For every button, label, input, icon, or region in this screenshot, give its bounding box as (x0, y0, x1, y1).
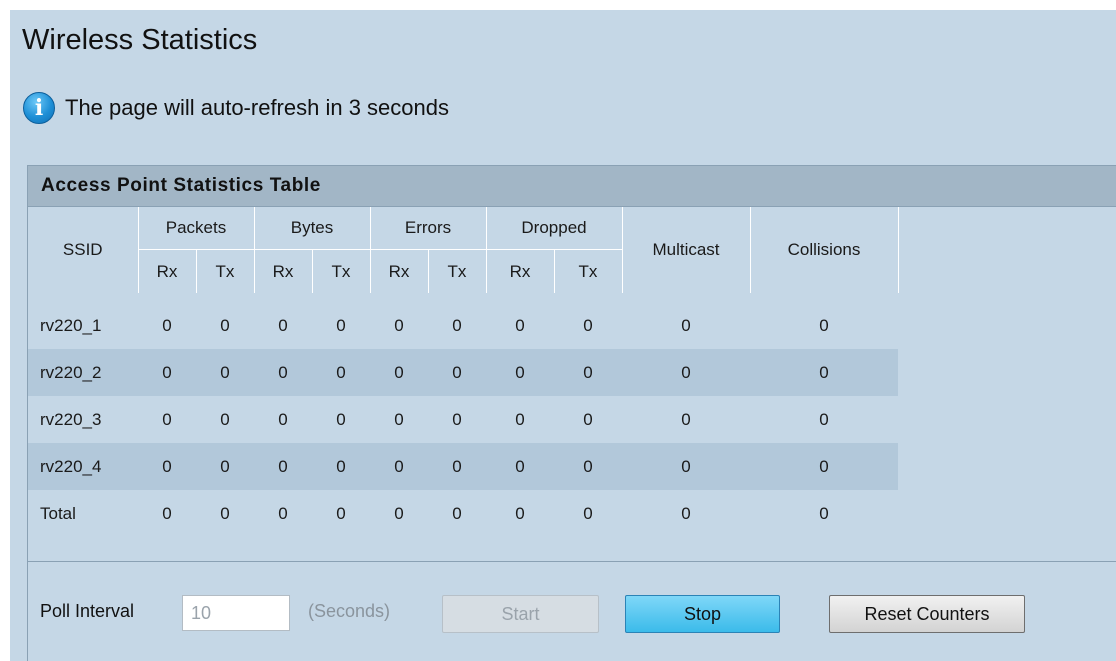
cell-packets-rx: 0 (162, 503, 172, 523)
cell-multicast: 0 (681, 503, 691, 523)
cell-ssid: rv220_1 (40, 315, 102, 335)
reset-counters-button[interactable]: Reset Counters (829, 595, 1025, 633)
cell-dropped-tx: 0 (583, 456, 593, 476)
start-button[interactable]: Start (442, 595, 599, 633)
col-header-packets: Packets (138, 207, 255, 250)
main-panel: Wireless Statistics i The page will auto… (10, 10, 1116, 661)
cell-dropped-rx: 0 (515, 503, 525, 523)
col-header-packets-tx: Tx (196, 249, 255, 293)
cell-dropped-tx: 0 (583, 315, 593, 335)
col-header-dropped: Dropped (486, 207, 623, 250)
cell-packets-rx: 0 (162, 362, 172, 382)
cell-collisions: 0 (819, 503, 829, 523)
cell-packets-tx: 0 (220, 456, 230, 476)
col-header-errors-rx: Rx (370, 249, 429, 293)
cell-collisions: 0 (819, 315, 829, 335)
cell-packets-tx: 0 (220, 315, 230, 335)
cell-packets-tx: 0 (220, 362, 230, 382)
cell-bytes-tx: 0 (336, 456, 346, 476)
cell-bytes-rx: 0 (278, 503, 288, 523)
cell-bytes-tx: 0 (336, 503, 346, 523)
col-header-collisions: Collisions (750, 207, 899, 293)
table-row: rv220_4 0 0 0 0 0 0 0 0 0 0 (28, 443, 898, 490)
table-row-total: Total 0 0 0 0 0 0 0 0 0 0 (28, 490, 898, 537)
table-title: Access Point Statistics Table (28, 166, 1116, 207)
cell-errors-rx: 0 (394, 503, 404, 523)
table-row: rv220_3 0 0 0 0 0 0 0 0 0 0 (28, 396, 898, 443)
table-row: rv220_2 0 0 0 0 0 0 0 0 0 0 (28, 349, 898, 396)
poll-interval-input[interactable] (182, 595, 290, 631)
cell-packets-rx: 0 (162, 409, 172, 429)
cell-errors-rx: 0 (394, 409, 404, 429)
cell-ssid: Total (40, 503, 76, 523)
cell-dropped-tx: 0 (583, 362, 593, 382)
info-icon: i (23, 92, 55, 124)
cell-errors-rx: 0 (394, 456, 404, 476)
table-row: rv220_1 0 0 0 0 0 0 0 0 0 0 (28, 302, 898, 349)
cell-errors-rx: 0 (394, 362, 404, 382)
col-header-packets-rx: Rx (138, 249, 197, 293)
cell-multicast: 0 (681, 362, 691, 382)
cell-packets-tx: 0 (220, 503, 230, 523)
statistics-table-box: Access Point Statistics Table SSID Packe… (27, 165, 1116, 661)
cell-dropped-rx: 0 (515, 315, 525, 335)
cell-multicast: 0 (681, 456, 691, 476)
cell-collisions: 0 (819, 362, 829, 382)
poll-interval-label: Poll Interval (40, 601, 135, 621)
col-header-bytes-tx: Tx (312, 249, 371, 293)
cell-packets-rx: 0 (162, 315, 172, 335)
cell-dropped-tx: 0 (583, 409, 593, 429)
cell-ssid: rv220_4 (40, 456, 102, 476)
col-header-dropped-rx: Rx (486, 249, 555, 293)
cell-ssid: rv220_3 (40, 409, 102, 429)
cell-packets-rx: 0 (162, 456, 172, 476)
cell-errors-tx: 0 (452, 456, 462, 476)
cell-dropped-rx: 0 (515, 456, 525, 476)
info-text: The page will auto-refresh in 3 seconds (65, 95, 449, 120)
col-header-bytes-rx: Rx (254, 249, 313, 293)
page-title: Wireless Statistics (22, 24, 258, 56)
col-header-errors-tx: Tx (428, 249, 487, 293)
cell-bytes-rx: 0 (278, 362, 288, 382)
col-header-errors: Errors (370, 207, 487, 250)
cell-errors-tx: 0 (452, 409, 462, 429)
poll-controls: Poll Interval (Seconds) Start Stop Reset… (28, 562, 1116, 658)
cell-bytes-tx: 0 (336, 409, 346, 429)
cell-bytes-rx: 0 (278, 409, 288, 429)
cell-errors-tx: 0 (452, 315, 462, 335)
cell-bytes-tx: 0 (336, 315, 346, 335)
col-header-bytes: Bytes (254, 207, 371, 250)
cell-dropped-rx: 0 (515, 362, 525, 382)
cell-errors-tx: 0 (452, 362, 462, 382)
seconds-label: (Seconds) (308, 601, 391, 621)
cell-multicast: 0 (681, 315, 691, 335)
cell-dropped-tx: 0 (583, 503, 593, 523)
info-message: i The page will auto-refresh in 3 second… (23, 92, 449, 124)
cell-bytes-rx: 0 (278, 456, 288, 476)
cell-collisions: 0 (819, 409, 829, 429)
cell-collisions: 0 (819, 456, 829, 476)
col-header-dropped-tx: Tx (554, 249, 623, 293)
stop-button[interactable]: Stop (625, 595, 780, 633)
cell-errors-tx: 0 (452, 503, 462, 523)
statistics-table: SSID Packets Bytes Errors Dropped Multic… (28, 207, 899, 537)
col-header-ssid: SSID (28, 207, 139, 293)
cell-packets-tx: 0 (220, 409, 230, 429)
col-header-multicast: Multicast (622, 207, 751, 293)
cell-errors-rx: 0 (394, 315, 404, 335)
cell-ssid: rv220_2 (40, 362, 102, 382)
cell-multicast: 0 (681, 409, 691, 429)
cell-dropped-rx: 0 (515, 409, 525, 429)
cell-bytes-rx: 0 (278, 315, 288, 335)
cell-bytes-tx: 0 (336, 362, 346, 382)
